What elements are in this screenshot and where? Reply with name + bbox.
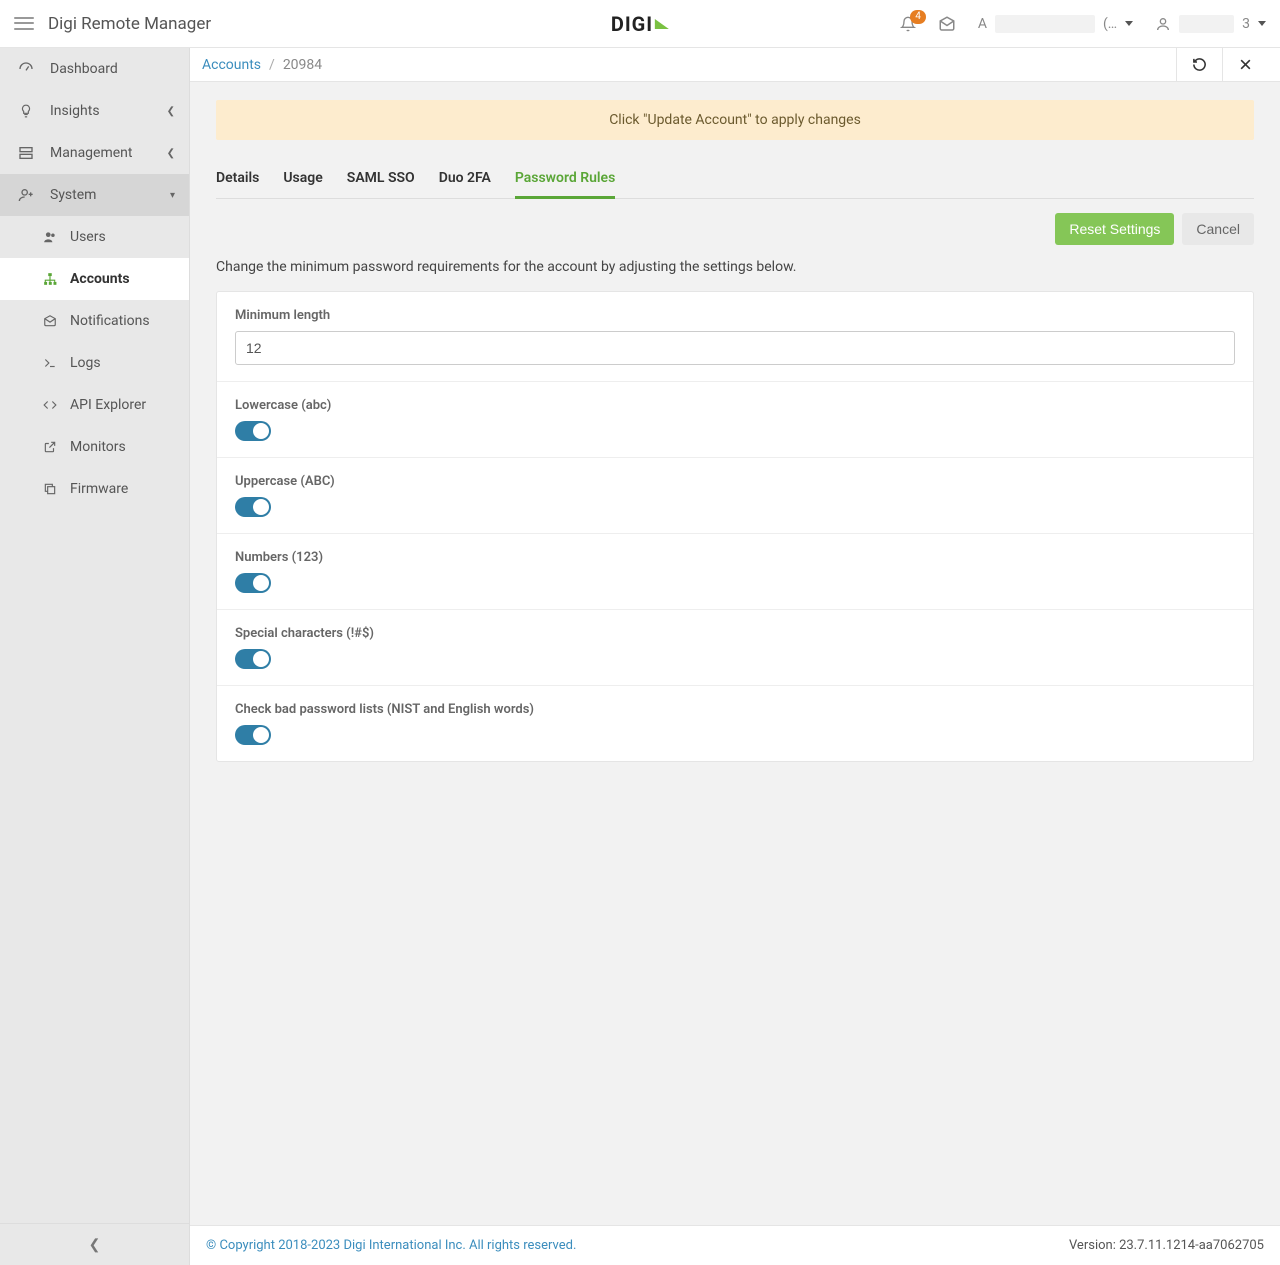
- lowercase-toggle[interactable]: [235, 421, 271, 441]
- sidebar-item-label: Insights: [50, 103, 100, 119]
- user-name-redacted: [1179, 15, 1234, 33]
- password-rules-panel: Minimum length Lowercase (abc) Uppercase…: [216, 291, 1254, 762]
- sidebar-sub-label: Firmware: [70, 481, 128, 497]
- sidebar-collapse-button[interactable]: ❮: [0, 1223, 189, 1265]
- breadcrumb-sep: /: [269, 57, 275, 73]
- account-name-redacted: [995, 15, 1095, 33]
- copy-icon: [40, 482, 60, 496]
- breadcrumb-bar: Accounts / 20984: [190, 48, 1280, 82]
- envelope-icon: [40, 314, 60, 328]
- uppercase-toggle[interactable]: [235, 497, 271, 517]
- chevron-down-icon: ▾: [170, 190, 175, 201]
- account-dropdown[interactable]: A (…: [978, 15, 1133, 33]
- sidebar-sub-notifications[interactable]: Notifications: [0, 300, 189, 342]
- badlist-label: Check bad password lists (NIST and Engli…: [235, 702, 1235, 717]
- gauge-icon: [16, 61, 36, 77]
- numbers-label: Numbers (123): [235, 550, 1235, 565]
- sidebar-item-label: System: [50, 187, 96, 203]
- user-suffix: 3: [1242, 16, 1250, 32]
- chevron-left-icon: ❮: [167, 148, 175, 159]
- logo: DIGI: [611, 12, 669, 36]
- breadcrumb-root-link[interactable]: Accounts: [202, 57, 261, 73]
- refresh-icon: [1192, 57, 1207, 72]
- min-length-input[interactable]: [235, 331, 1235, 365]
- hamburger-menu-icon[interactable]: [14, 14, 34, 34]
- footer: © Copyright 2018-2023 Digi International…: [190, 1225, 1280, 1265]
- copyright-link[interactable]: © Copyright 2018-2023 Digi International…: [206, 1238, 576, 1253]
- inbox-icon[interactable]: [938, 15, 956, 33]
- sidebar-sub-logs[interactable]: Logs: [0, 342, 189, 384]
- tab-saml-sso[interactable]: SAML SSO: [347, 160, 415, 198]
- alert-banner: Click "Update Account" to apply changes: [216, 100, 1254, 140]
- sidebar-sub-label: Logs: [70, 355, 101, 371]
- special-label: Special characters (!#$): [235, 626, 1235, 641]
- top-header: Digi Remote Manager DIGI 4 A (… 3: [0, 0, 1280, 48]
- sidebar-sub-label: Users: [70, 229, 106, 245]
- tab-password-rules[interactable]: Password Rules: [515, 160, 615, 199]
- close-icon: [1239, 58, 1252, 71]
- sidebar-item-dashboard[interactable]: Dashboard: [0, 48, 189, 90]
- version-text: Version: 23.7.11.1214-aa7062705: [1069, 1238, 1264, 1253]
- user-dropdown[interactable]: 3: [1155, 15, 1266, 33]
- terminal-icon: [40, 356, 60, 370]
- helper-text: Change the minimum password requirements…: [216, 259, 1254, 275]
- tabs: Details Usage SAML SSO Duo 2FA Password …: [216, 160, 1254, 199]
- bell-badge: 4: [910, 10, 926, 24]
- users-icon: [40, 230, 60, 244]
- caret-down-icon: [1258, 21, 1266, 26]
- sitemap-icon: [40, 272, 60, 286]
- sidebar-sub-monitors[interactable]: Monitors: [0, 426, 189, 468]
- lowercase-label: Lowercase (abc): [235, 398, 1235, 413]
- min-length-label: Minimum length: [235, 308, 1235, 323]
- sidebar-sub-accounts[interactable]: Accounts: [0, 258, 189, 300]
- sidebar-sub-users[interactable]: Users: [0, 216, 189, 258]
- sidebar: Dashboard Insights ❮ Management ❮ System…: [0, 48, 190, 1265]
- tab-usage[interactable]: Usage: [283, 160, 322, 198]
- numbers-toggle[interactable]: [235, 573, 271, 593]
- account-prefix: A: [978, 16, 987, 32]
- code-icon: [40, 398, 60, 412]
- reset-settings-button[interactable]: Reset Settings: [1055, 213, 1174, 245]
- logo-text: DIGI: [611, 12, 653, 36]
- cancel-button[interactable]: Cancel: [1182, 213, 1254, 245]
- tab-details[interactable]: Details: [216, 160, 259, 198]
- sidebar-sub-label: Notifications: [70, 313, 150, 329]
- logo-triangle-icon: [655, 19, 669, 29]
- notifications-bell[interactable]: 4: [900, 16, 916, 32]
- user-plus-icon: [16, 187, 36, 203]
- sidebar-item-label: Management: [50, 145, 132, 161]
- user-icon: [1155, 16, 1171, 32]
- chevron-left-icon: ❮: [89, 1237, 101, 1253]
- close-button[interactable]: [1222, 48, 1268, 81]
- server-icon: [16, 145, 36, 161]
- breadcrumb-current: 20984: [283, 57, 322, 73]
- external-link-icon: [40, 440, 60, 454]
- caret-down-icon: [1125, 21, 1133, 26]
- sidebar-item-insights[interactable]: Insights ❮: [0, 90, 189, 132]
- uppercase-label: Uppercase (ABC): [235, 474, 1235, 489]
- content: Accounts / 20984 Click "Update Account" …: [190, 48, 1280, 1265]
- sidebar-sub-label: Monitors: [70, 439, 126, 455]
- tab-duo-2fa[interactable]: Duo 2FA: [439, 160, 491, 198]
- sidebar-sub-api-explorer[interactable]: API Explorer: [0, 384, 189, 426]
- sidebar-sub-firmware[interactable]: Firmware: [0, 468, 189, 510]
- sidebar-item-system[interactable]: System ▾: [0, 174, 189, 216]
- refresh-button[interactable]: [1176, 48, 1222, 81]
- chevron-left-icon: ❮: [167, 106, 175, 117]
- sidebar-sub-label: Accounts: [70, 271, 130, 287]
- lightbulb-icon: [16, 103, 36, 119]
- account-suffix: (…: [1103, 16, 1117, 32]
- sidebar-item-management[interactable]: Management ❮: [0, 132, 189, 174]
- special-toggle[interactable]: [235, 649, 271, 669]
- sidebar-sub-label: API Explorer: [70, 397, 146, 413]
- sidebar-item-label: Dashboard: [50, 61, 118, 77]
- app-title: Digi Remote Manager: [48, 14, 211, 34]
- badlist-toggle[interactable]: [235, 725, 271, 745]
